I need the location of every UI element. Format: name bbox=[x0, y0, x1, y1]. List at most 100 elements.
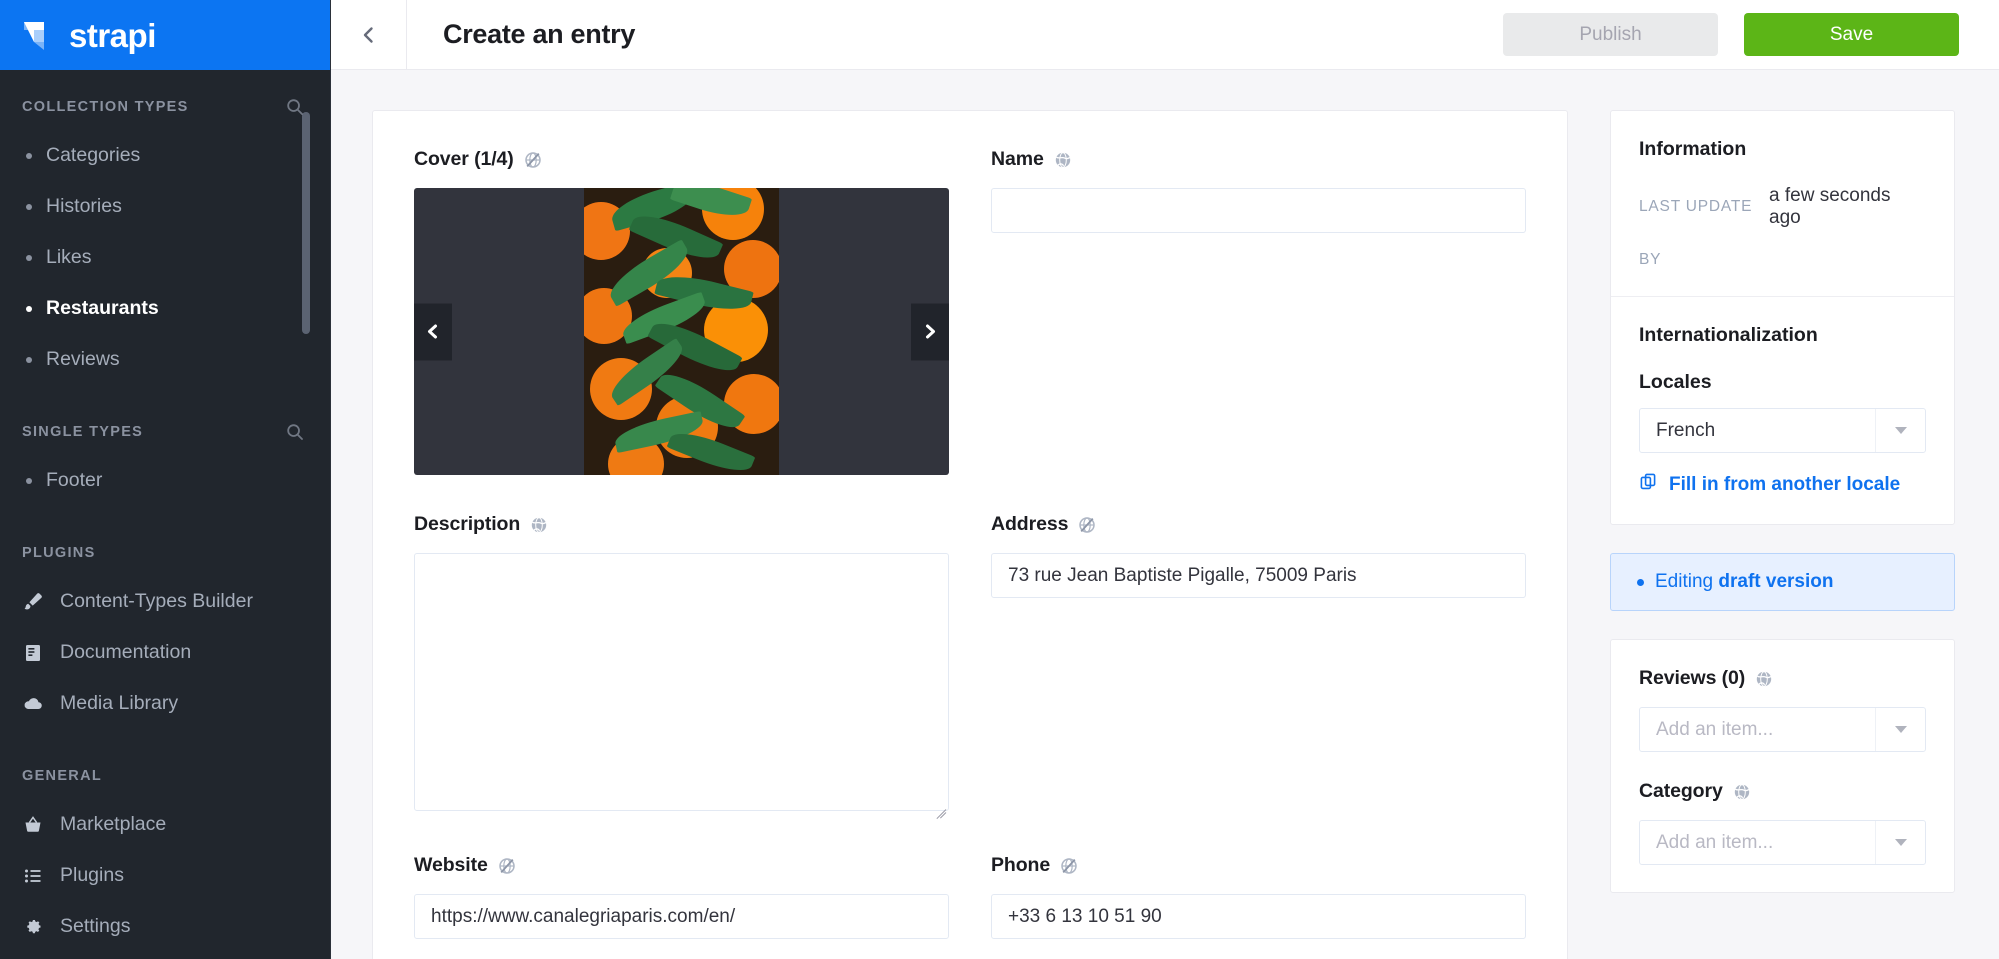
sidebar-item-label: Plugins bbox=[60, 864, 124, 886]
section-title: PLUGINS bbox=[22, 545, 96, 561]
field-label-text: Address bbox=[991, 513, 1069, 535]
bullet-icon bbox=[26, 477, 32, 484]
form-row-1: Cover (1/4) Name bbox=[414, 148, 1526, 475]
field-label-cover: Cover (1/4) bbox=[414, 148, 949, 171]
globe-slash-icon bbox=[523, 150, 543, 170]
last-update-label: LAST UPDATE bbox=[1639, 198, 1753, 215]
sidebar-item-footer[interactable]: Footer bbox=[0, 455, 330, 506]
field-description: Description bbox=[414, 513, 949, 820]
globe-icon bbox=[1053, 150, 1073, 170]
carousel-prev-button[interactable] bbox=[414, 303, 452, 360]
field-label-text: Reviews (0) bbox=[1639, 667, 1746, 689]
topbar: Create an entry Publish Save bbox=[331, 0, 1999, 70]
internationalization-block: Internationalization Locales French Fill… bbox=[1611, 296, 1954, 524]
cover-carousel[interactable] bbox=[414, 188, 949, 475]
locales-label: Locales bbox=[1639, 371, 1712, 393]
bullet-icon bbox=[26, 305, 32, 312]
chevron-down-icon bbox=[1875, 708, 1925, 751]
search-icon[interactable] bbox=[286, 98, 304, 116]
field-label-text: Name bbox=[991, 148, 1044, 170]
main-area: Create an entry Publish Save Cover (1/4) bbox=[331, 0, 1999, 959]
chevron-down-icon bbox=[1875, 821, 1925, 864]
page-title: Create an entry bbox=[443, 19, 636, 49]
section-general: GENERAL bbox=[0, 761, 330, 791]
sidebar-item-label: Media Library bbox=[60, 692, 179, 714]
sidebar-item-histories[interactable]: Histories bbox=[0, 181, 330, 232]
by-label: BY bbox=[1639, 251, 1662, 268]
sidebar-item-reviews[interactable]: Reviews bbox=[0, 334, 330, 385]
description-textarea[interactable] bbox=[414, 553, 949, 811]
field-label-category: Category bbox=[1639, 780, 1926, 803]
phone-input[interactable] bbox=[991, 894, 1526, 939]
field-label-address: Address bbox=[991, 513, 1526, 536]
section-title: GENERAL bbox=[22, 768, 102, 784]
by-row: BY bbox=[1639, 251, 1926, 269]
sidebar-item-marketplace[interactable]: Marketplace bbox=[0, 799, 330, 850]
sidebar-item-plugins[interactable]: Plugins bbox=[0, 850, 330, 901]
sidebar-item-likes[interactable]: Likes bbox=[0, 232, 330, 283]
section-title: SINGLE TYPES bbox=[22, 424, 144, 440]
field-name: Name bbox=[991, 148, 1526, 475]
chevron-down-icon bbox=[1875, 409, 1925, 452]
side-panel: Information LAST UPDATE a few seconds ag… bbox=[1610, 110, 1955, 959]
last-update-value: a few seconds ago bbox=[1769, 185, 1891, 228]
globe-icon bbox=[1732, 782, 1752, 802]
sidebar-item-label: Marketplace bbox=[60, 813, 167, 835]
field-label-name: Name bbox=[991, 148, 1526, 171]
field-address: Address bbox=[991, 513, 1526, 816]
sidebar-item-label: Categories bbox=[46, 144, 141, 166]
category-relation-select[interactable]: Add an item... bbox=[1639, 820, 1926, 865]
cloud-icon bbox=[22, 693, 44, 715]
information-title: Information bbox=[1639, 138, 1747, 160]
sidebar-item-documentation[interactable]: Documentation bbox=[0, 627, 330, 678]
form-row-2: Description Address 73 rue Jean Baptiste… bbox=[414, 513, 1526, 820]
sidebar-item-restaurants[interactable]: Restaurants bbox=[0, 283, 330, 334]
entry-form-card: Cover (1/4) Name Description Address 73 … bbox=[372, 110, 1568, 959]
app-root: strapi COLLECTION TYPES Categories Histo… bbox=[0, 0, 1999, 959]
bullet-icon bbox=[26, 254, 32, 261]
sidebar-item-media-library[interactable]: Media Library bbox=[0, 678, 330, 729]
fill-from-locale-link[interactable]: Fill in from another locale bbox=[1639, 472, 1926, 497]
book-icon bbox=[22, 642, 44, 664]
sidebar-item-label: Histories bbox=[46, 195, 122, 217]
name-input[interactable] bbox=[991, 188, 1526, 233]
section-single-types: SINGLE TYPES bbox=[0, 417, 330, 447]
sidebar-scrollbar-thumb[interactable] bbox=[302, 112, 310, 334]
single-types-list: Footer bbox=[0, 455, 330, 506]
information-block: Information LAST UPDATE a few seconds ag… bbox=[1611, 111, 1954, 296]
sidebar-item-label: Footer bbox=[46, 469, 103, 491]
field-label-phone: Phone bbox=[991, 854, 1526, 877]
field-label-website: Website bbox=[414, 854, 949, 877]
content-area: Cover (1/4) Name Description Address 73 … bbox=[331, 70, 1999, 959]
category-relation-placeholder: Add an item... bbox=[1656, 831, 1774, 853]
sidebar-item-categories[interactable]: Categories bbox=[0, 130, 330, 181]
save-button[interactable]: Save bbox=[1744, 13, 1959, 56]
section-title: COLLECTION TYPES bbox=[22, 99, 189, 115]
sidebar-item-label: Restaurants bbox=[46, 297, 159, 319]
locale-select[interactable]: French bbox=[1639, 408, 1926, 453]
website-input[interactable] bbox=[414, 894, 949, 939]
paintbrush-icon bbox=[22, 591, 44, 613]
general-list: Marketplace Plugins Settings bbox=[0, 799, 330, 952]
sidebar-item-label: Content-Types Builder bbox=[60, 590, 253, 612]
brand-logo[interactable]: strapi bbox=[0, 0, 330, 70]
draft-status-banner[interactable]: Editing draft version bbox=[1610, 553, 1955, 611]
sidebar-scrollbar[interactable] bbox=[302, 112, 310, 334]
sidebar-item-label: Settings bbox=[60, 915, 131, 937]
address-input[interactable] bbox=[991, 553, 1526, 598]
carousel-next-button[interactable] bbox=[911, 303, 949, 360]
topbar-actions: Publish Save bbox=[1503, 13, 1959, 56]
copy-icon bbox=[1639, 472, 1658, 497]
sidebar-item-content-types-builder[interactable]: Content-Types Builder bbox=[0, 576, 330, 627]
reviews-relation-select[interactable]: Add an item... bbox=[1639, 707, 1926, 752]
section-collection-types: COLLECTION TYPES bbox=[0, 92, 330, 122]
publish-button[interactable]: Publish bbox=[1503, 13, 1718, 56]
sidebar-item-settings[interactable]: Settings bbox=[0, 901, 330, 952]
form-row-3: Website https://www.canalegriaparis.com/… bbox=[414, 854, 1526, 939]
draft-prefix: Editing bbox=[1655, 571, 1714, 592]
chevron-right-icon bbox=[926, 324, 935, 339]
collection-types-list: Categories Histories Likes Restaurants R… bbox=[0, 130, 330, 385]
back-button[interactable] bbox=[331, 0, 407, 70]
bullet-icon bbox=[26, 152, 32, 159]
search-icon[interactable] bbox=[286, 423, 304, 441]
